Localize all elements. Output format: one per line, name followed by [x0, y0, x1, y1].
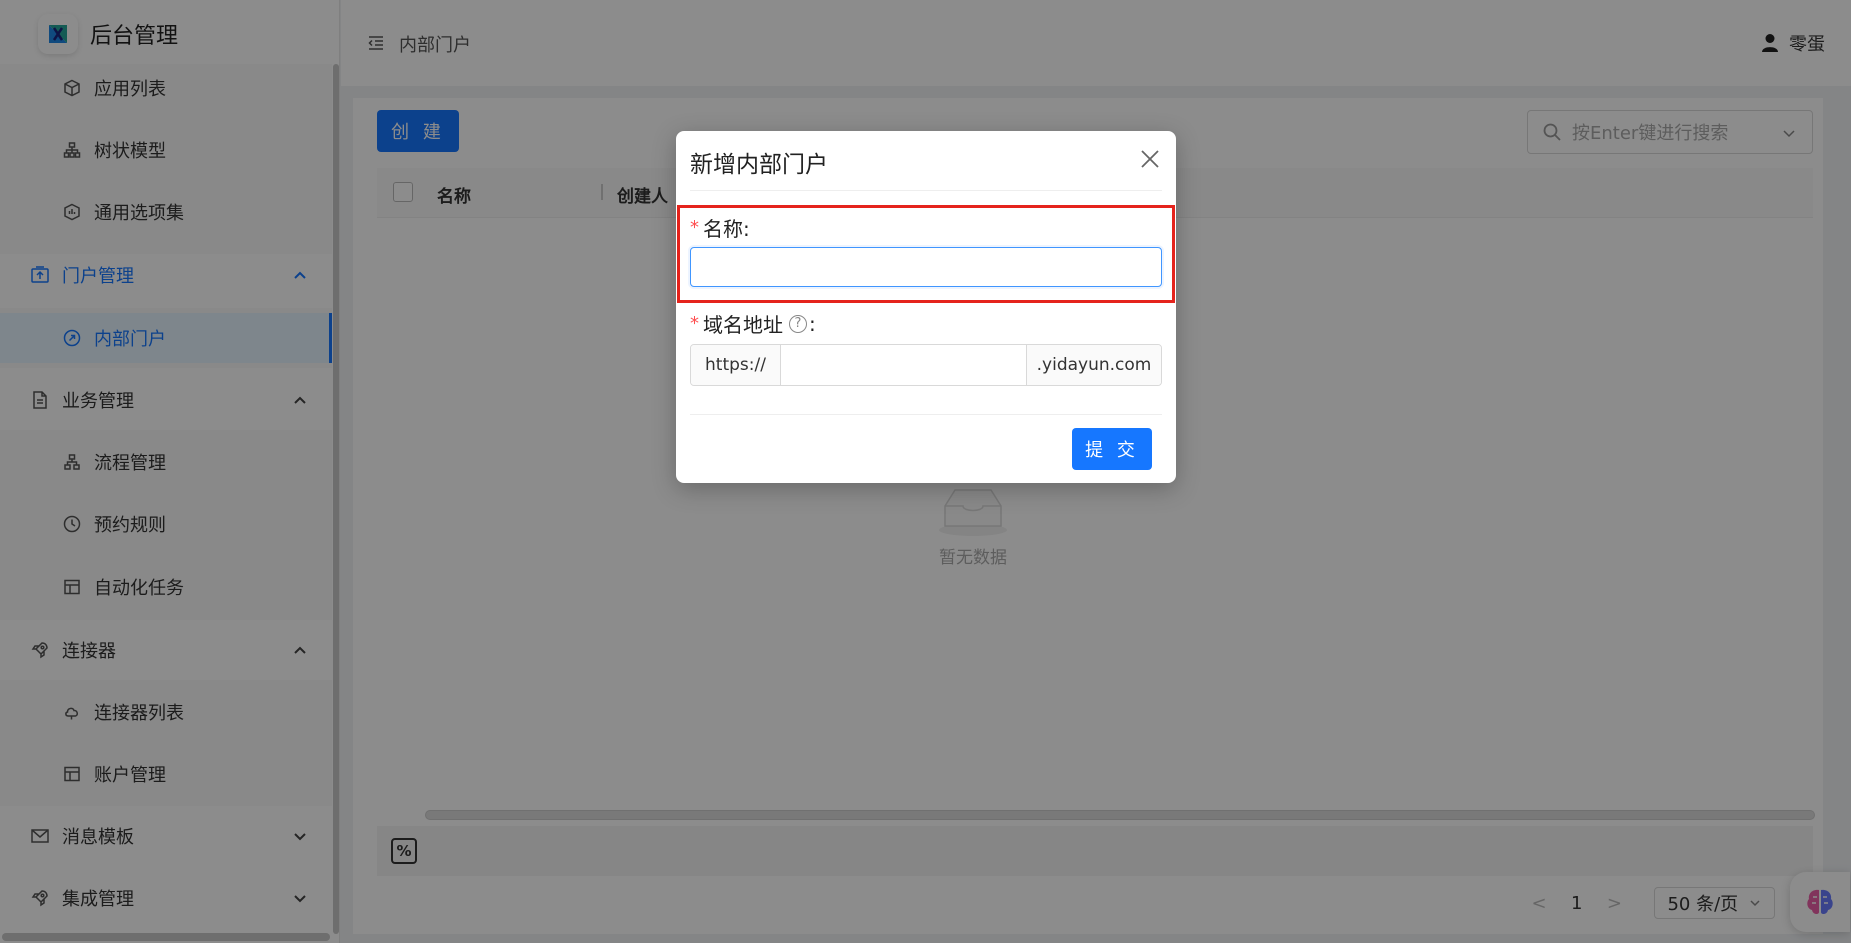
domain-label-colon: : [809, 311, 816, 336]
name-input[interactable] [690, 247, 1162, 287]
domain-label-text: 域名地址 [703, 313, 783, 337]
close-icon [1141, 150, 1159, 168]
name-field-label: * 名称: [690, 213, 750, 242]
domain-input-group: https:// .yidayun.com [690, 344, 1162, 386]
domain-prefix: https:// [691, 345, 781, 385]
domain-input[interactable] [781, 345, 1026, 385]
divider [690, 414, 1162, 415]
name-label-text: 名称: [703, 217, 750, 241]
submit-button[interactable]: 提 交 [1072, 428, 1152, 470]
domain-suffix: .yidayun.com [1026, 345, 1161, 385]
close-button[interactable] [1136, 145, 1164, 173]
domain-field-label: * 域名地址 ? : [690, 309, 816, 338]
divider [690, 190, 1162, 191]
required-mark: * [690, 313, 699, 334]
create-portal-dialog: 新增内部门户 * 名称: * 域名地址 ? : https:// .yidayu… [676, 131, 1176, 483]
help-icon[interactable]: ? [789, 314, 807, 333]
dialog-title: 新增内部门户 [690, 152, 828, 178]
required-mark: * [690, 217, 699, 238]
